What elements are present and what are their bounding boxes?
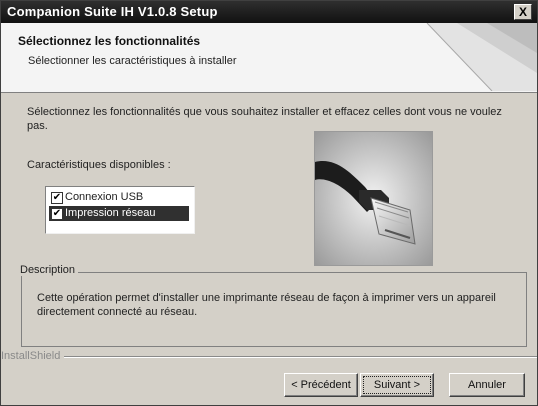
title-bar[interactable]: Companion Suite IH V1.0.8 Setup X bbox=[1, 1, 537, 23]
back-button[interactable]: < Précédent bbox=[284, 373, 358, 397]
setup-window: Companion Suite IH V1.0.8 Setup X Sélect… bbox=[0, 0, 538, 406]
description-text: Cette opération permet d'installer une i… bbox=[37, 292, 496, 318]
next-button[interactable]: Suivant > bbox=[360, 373, 434, 397]
next-button-label: Suivant > bbox=[373, 379, 421, 391]
feature-list[interactable]: ✔ Connexion USB ✔ Impression réseau bbox=[45, 186, 195, 234]
footer-separator bbox=[61, 356, 537, 358]
description-legend: Description bbox=[17, 264, 79, 276]
close-button[interactable]: X bbox=[514, 4, 532, 20]
header-graphic bbox=[426, 23, 537, 91]
check-icon[interactable]: ✔ bbox=[51, 192, 63, 204]
page-title: Sélectionnez les fonctionnalités bbox=[18, 34, 201, 48]
close-icon: X bbox=[518, 5, 527, 19]
page-subtitle: Sélectionner les caractéristiques à inst… bbox=[28, 55, 237, 67]
check-icon[interactable]: ✔ bbox=[51, 208, 63, 220]
features-label: Caractéristiques disponibles : bbox=[27, 159, 171, 171]
installshield-brand: InstallShield bbox=[1, 350, 65, 362]
feature-item-network-printing[interactable]: ✔ Impression réseau bbox=[49, 206, 189, 221]
feature-label: Impression réseau bbox=[65, 207, 156, 219]
feature-label: Connexion USB bbox=[65, 191, 144, 203]
window-title: Companion Suite IH V1.0.8 Setup bbox=[7, 4, 218, 19]
back-button-label: < Précédent bbox=[291, 379, 351, 391]
cancel-button-label: Annuler bbox=[468, 379, 506, 391]
network-cable-image bbox=[314, 131, 433, 266]
header-panel: Sélectionnez les fonctionnalités Sélecti… bbox=[1, 23, 537, 93]
cancel-button[interactable]: Annuler bbox=[449, 373, 525, 397]
instructions-text: Sélectionnez les fonctionnalités que vou… bbox=[27, 106, 502, 132]
feature-item-usb[interactable]: ✔ Connexion USB bbox=[49, 190, 189, 205]
